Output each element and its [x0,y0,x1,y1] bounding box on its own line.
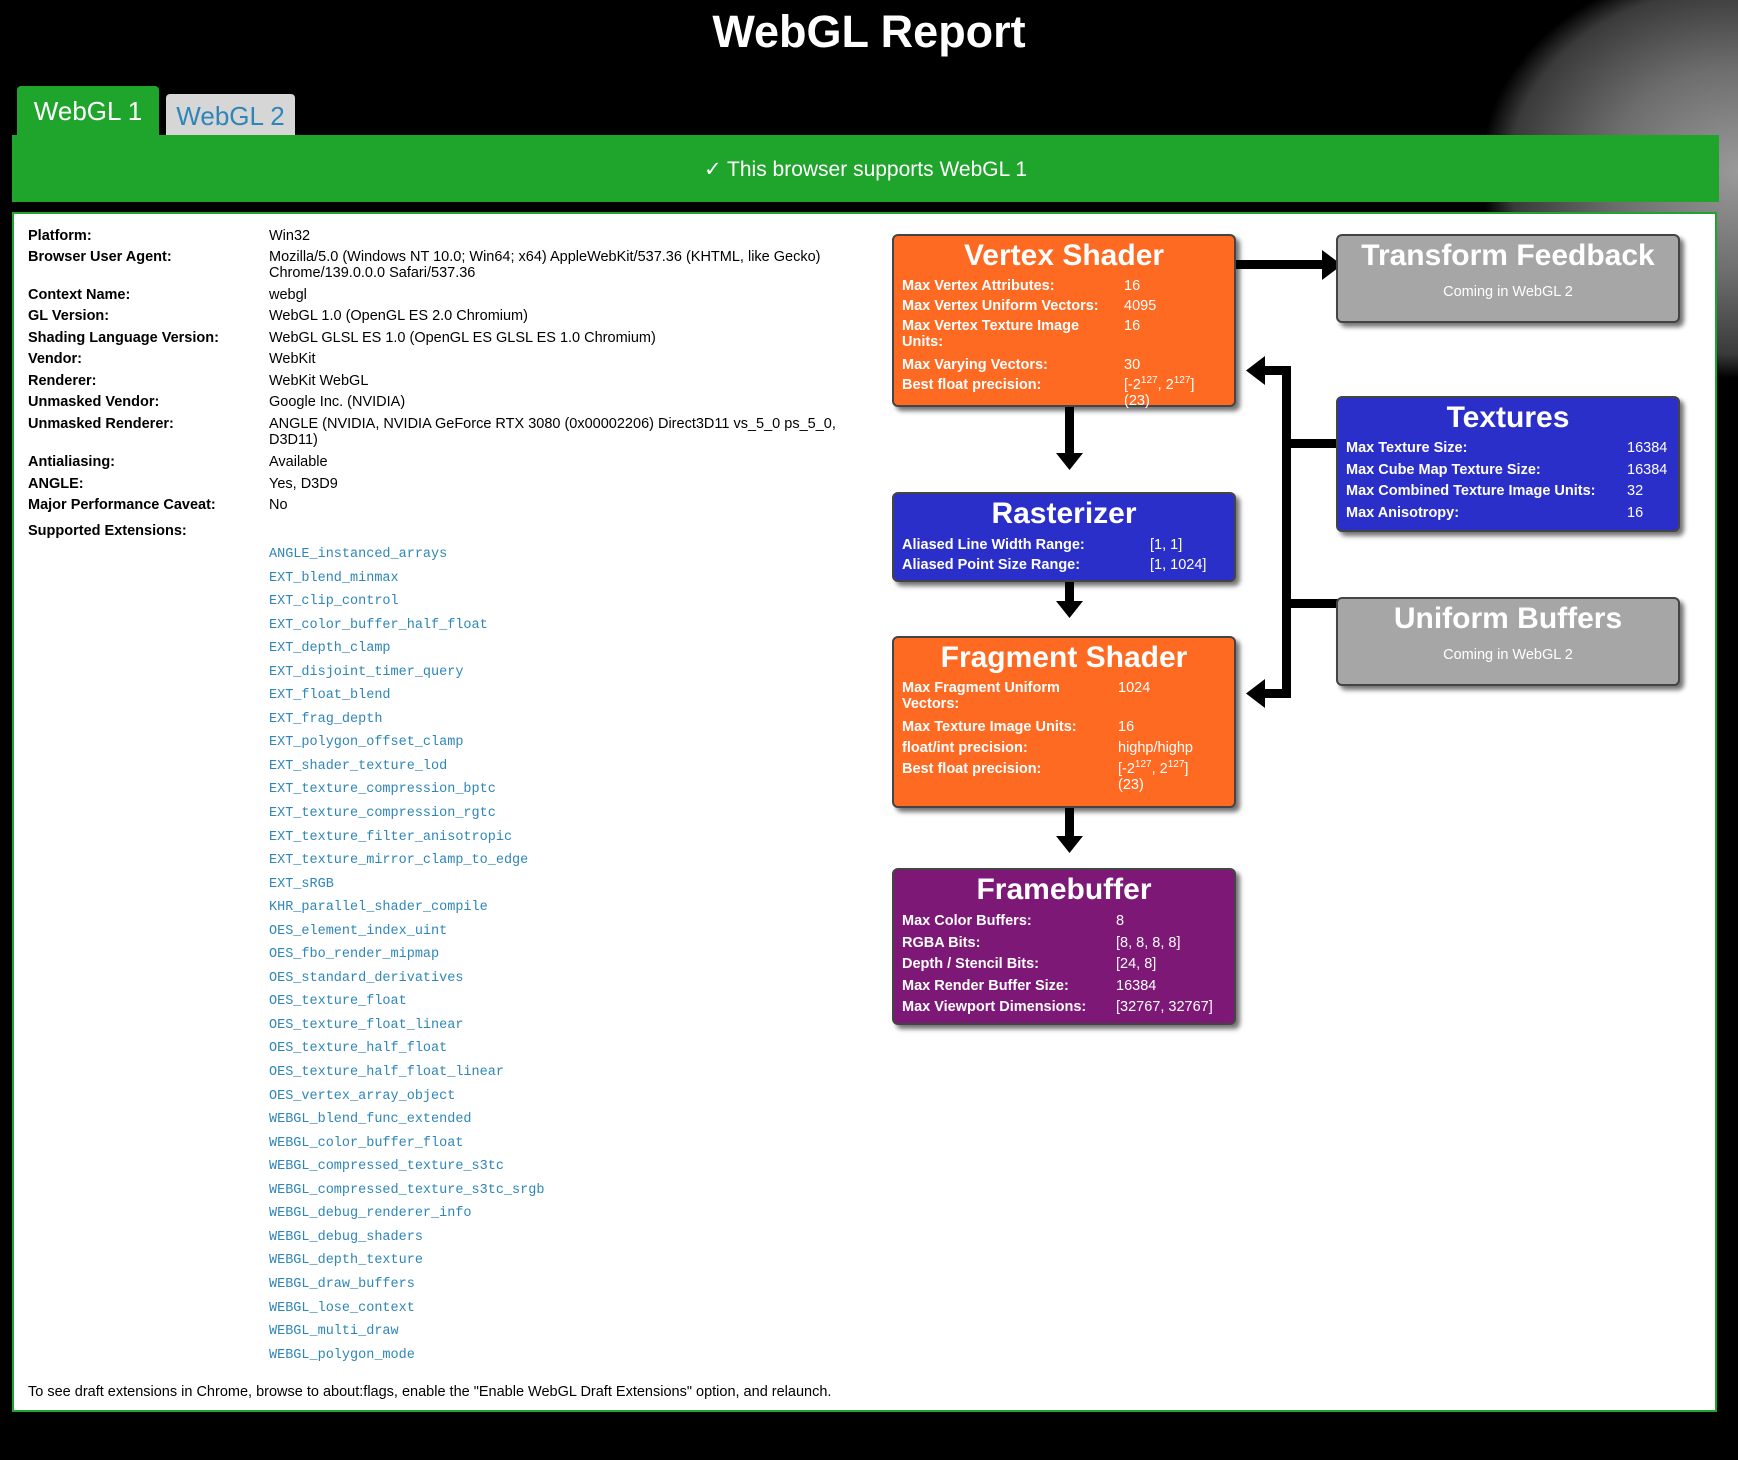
resource-bus-vertical [1282,366,1291,698]
stat-label: Max Varying Vectors: [902,357,1048,373]
rasterizer-title: Rasterizer [991,497,1137,530]
stat-row: Best float precision: [-2127, 2127] (23) [902,375,1226,413]
stat-label: Max Anisotropy: [1346,504,1460,521]
stat-row: Max Varying Vectors: 30 [902,357,1226,377]
stat-label: Max Vertex Attributes: [902,278,1055,294]
transform-feedback-note: Coming in WebGL 2 [1443,284,1573,300]
stat-value: [8, 8, 8, 8] [1116,934,1181,951]
uniform-buffers-note: Coming in WebGL 2 [1443,647,1573,663]
vertex-shader-title: Vertex Shader [963,239,1165,272]
page-title: WebGL Report [712,6,1026,57]
stat-label: Max Render Buffer Size: [902,977,1069,994]
stat-label: Depth / Stencil Bits: [902,956,1039,972]
stat-row: Aliased Line Width Range: [1, 1] [902,537,1226,557]
stat-value: 16 [1124,278,1141,294]
stat-value: 8 [1116,913,1125,929]
stat-label: Max Vertex Uniform Vectors: [902,298,1099,314]
vertex-shader-box: Vertex Shader Max Vertex Attributes: 16 M… [892,234,1236,409]
stat-row: Max Vertex Texture Image Units: 16 [902,318,1226,357]
stat-label: Best float precision: [902,377,1042,393]
vertex-shader-rows: Max Vertex Attributes: 16 Max Vertex Unif… [902,278,1226,413]
stat-value: [1, 1024] [1150,557,1207,573]
arrow-rasterizer-to-fragment-head [1056,601,1083,618]
stat-row: Max Vertex Uniform Vectors: 4095 [902,298,1226,318]
tab-webgl-2[interactable]: WebGL 2 [166,94,295,136]
stat-value: 30 [1124,357,1141,373]
stat-row: Max Texture Size: 16384 [1346,440,1670,462]
framebuffer-title: Framebuffer [976,873,1152,906]
fragment-shader-box: Fragment Shader Max Fragment Uniform Vec… [892,636,1236,808]
support-banner: ✓ This browser supports WebGL 1 [12,135,1719,202]
stat-value: [32767, 32767] [1116,999,1213,1015]
textures-title: Textures [1446,401,1570,434]
framebuffer-rows: Max Color Buffers: 8 RGBA Bits: [8, 8, 8, … [902,913,1226,1021]
uniform-buffers-title: Uniform Buffers [1393,602,1623,635]
stat-row: Max Color Buffers: 8 [902,913,1226,935]
stat-value: 16384 [1627,440,1668,456]
textures-rows: Max Texture Size: 16384 Max Cube Map Text… [1346,440,1670,526]
stat-label: Max Fragment Uniform Vectors: [902,680,1060,712]
pipeline-arrows [1056,250,1348,853]
stat-row: Max Viewport Dimensions: [32767, 32767] [902,999,1226,1021]
stat-label: Max Texture Image Units: [902,719,1077,735]
stat-row: RGBA Bits: [8, 8, 8, 8] [902,935,1226,957]
arrow-fragment-to-framebuffer-shaft [1065,806,1074,836]
stat-row: float/int precision: highp/highp [902,740,1226,761]
stat-value: highp/highp [1118,740,1193,756]
tab-webgl-1[interactable]: WebGL 1 [17,86,159,136]
stat-label: Best float precision: [902,761,1042,777]
rasterizer-rows: Aliased Line Width Range: [1, 1] Aliased … [902,537,1226,577]
framebuffer-box: Framebuffer Max Color Buffers: 8 RGBA Bit… [892,868,1236,1025]
arrow-to-fragment-shader-head [1246,679,1265,708]
arrow-to-vertex-shader-head [1246,356,1265,385]
stat-value: 32 [1627,483,1644,499]
stat-label: Aliased Point Size Range: [902,557,1081,573]
stat-row: Max Cube Map Texture Size: 16384 [1346,462,1670,484]
stat-row: Max Combined Texture Image Units: 32 [1346,483,1670,505]
stat-label: Max Vertex Texture Image Units: [902,318,1080,350]
stat-label: float/int precision: [902,740,1028,756]
stat-row: Max Vertex Attributes: 16 [902,278,1226,298]
stat-value: 16 [1118,719,1135,735]
textures-box: Textures Max Texture Size: 16384 Max Cube… [1336,396,1680,532]
stat-value: 16384 [1627,461,1668,478]
uniform-buffers-box: Uniform Buffers Coming in WebGL 2 [1336,597,1680,686]
stat-value: [-2127, 2127] (23) [1124,375,1195,409]
stat-row: Depth / Stencil Bits: [24, 8] [902,956,1226,978]
stat-label: RGBA Bits: [902,934,981,951]
stat-label: Max Combined Texture Image Units: [1346,483,1596,499]
transform-feedback-title: Transform Feedback [1361,239,1655,272]
stat-value: 1024 [1118,680,1151,696]
arrow-to-transform-feedback-shaft [1235,260,1323,269]
stat-value: [24, 8] [1116,956,1157,972]
stat-row: Max Render Buffer Size: 16384 [902,978,1226,1000]
stat-value: 16384 [1116,977,1157,994]
stat-row: Max Anisotropy: 16 [1346,505,1670,527]
stat-value: 16 [1627,504,1644,521]
resource-bus-top [1265,366,1291,375]
stat-row: Max Fragment Uniform Vectors: 1024 [902,680,1226,719]
resource-bus-bottom [1265,689,1291,698]
stat-label: Aliased Line Width Range: [902,537,1085,553]
stat-label: Max Cube Map Texture Size: [1346,461,1541,478]
arrow-rasterizer-to-fragment-shaft [1065,579,1074,601]
stat-row: Max Texture Image Units: 16 [902,719,1226,740]
stat-value: [-2127, 2127] (23) [1118,759,1189,793]
stat-value: 4095 [1124,298,1157,314]
arrow-fragment-to-framebuffer-head [1056,836,1083,853]
stat-value: 16 [1124,318,1141,334]
fragment-shader-title: Fragment Shader [940,641,1188,674]
stat-label: Max Viewport Dimensions: [902,999,1087,1015]
fragment-shader-rows: Max Fragment Uniform Vectors: 1024 Max Te… [902,680,1226,797]
arrow-vertex-to-rasterizer-head [1056,453,1083,470]
rasterizer-box: Rasterizer Aliased Line Width Range: [1, … [892,492,1236,582]
stat-label: Max Texture Size: [1346,440,1468,456]
stat-row: Best float precision: [-2127, 2127] (23) [902,759,1226,797]
stat-value: [1, 1] [1150,537,1183,553]
transform-feedback-box: Transform Feedback Coming in WebGL 2 [1336,234,1680,323]
report-panel: Platform: Win32 Browser User Agent: Mozi… [12,212,1717,1412]
stat-label: Max Color Buffers: [902,913,1032,929]
stat-row: Aliased Point Size Range: [1, 1024] [902,557,1226,577]
